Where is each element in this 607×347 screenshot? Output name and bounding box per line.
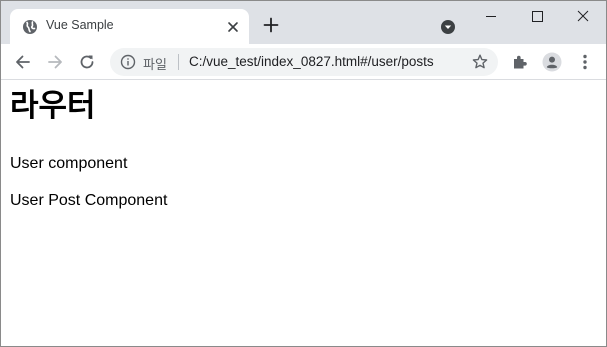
arrow-left-icon[interactable] — [13, 52, 33, 72]
star-icon[interactable] — [471, 53, 489, 71]
globe-icon — [22, 19, 38, 35]
title-bar: Vue Sample — [1, 1, 606, 44]
user-post-component-text: User Post Component — [10, 192, 168, 209]
tab-title: Vue Sample — [46, 18, 114, 32]
info-icon[interactable] — [120, 54, 136, 70]
url-text[interactable]: C:/vue_test/index_0827.html#/user/posts — [189, 54, 434, 69]
kebab-menu-icon[interactable] — [575, 52, 595, 72]
page-title: 라우터 — [10, 88, 96, 124]
user-component-text: User component — [10, 155, 128, 172]
browser-window: Vue Sample 파일 C:/vue_test/index_0827.htm… — [0, 0, 607, 347]
arrow-right-icon[interactable] — [45, 52, 65, 72]
address-bar[interactable]: 파일 C:/vue_test/index_0827.html#/user/pos… — [110, 48, 498, 76]
browser-toolbar: 파일 C:/vue_test/index_0827.html#/user/pos… — [1, 44, 606, 80]
window-close-icon[interactable] — [560, 1, 606, 31]
scheme-label: 파일 — [143, 58, 167, 73]
minimize-icon[interactable] — [468, 1, 514, 31]
reload-icon[interactable] — [77, 52, 97, 72]
active-tab[interactable]: Vue Sample — [10, 9, 249, 44]
page-content: 라우터 User component User Post Component — [1, 81, 606, 346]
plus-icon[interactable] — [261, 15, 281, 35]
omnibox-divider — [178, 54, 179, 70]
puzzle-icon[interactable] — [510, 52, 530, 72]
maximize-icon[interactable] — [514, 1, 560, 31]
close-icon[interactable] — [225, 19, 241, 35]
avatar-icon[interactable] — [542, 52, 562, 72]
chevron-down-icon[interactable] — [440, 19, 456, 35]
